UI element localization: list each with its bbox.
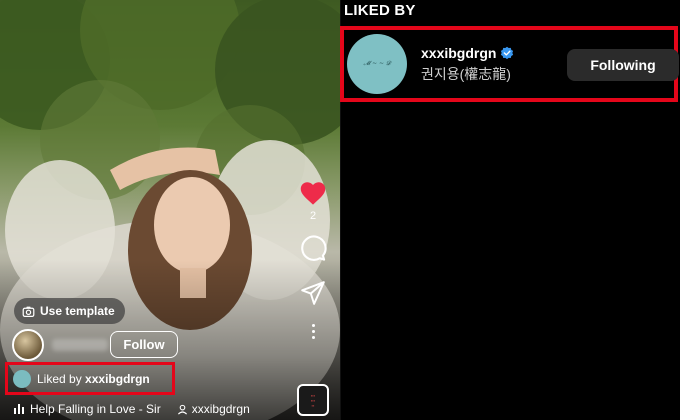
liked-user-row[interactable]: 𝓜 ~ ~ 𝓓 xxxibgdrgn 권지용(權志龍) Following: [340, 26, 679, 102]
liked-by-text: Liked by xxxibgdrgn: [37, 372, 150, 386]
camera-template-icon: [22, 306, 35, 317]
audio-thumb-art: ▪▪▪ ▪▪▪ ▪▪: [310, 392, 316, 408]
avatar-logo-art: 𝓜 ~ ~ 𝓓: [363, 60, 391, 67]
more-vertical-icon[interactable]: [311, 324, 315, 339]
audio-thumbnail[interactable]: ▪▪▪ ▪▪▪ ▪▪: [297, 384, 329, 416]
send-icon[interactable]: [300, 280, 326, 306]
poster-avatar[interactable]: [12, 329, 44, 361]
use-template-label: Use template: [40, 304, 115, 318]
user-avatar[interactable]: 𝓜 ~ ~ 𝓓: [347, 34, 407, 94]
user-handle: xxxibgdrgn: [421, 44, 497, 61]
user-full-name: 권지용(權志龍): [421, 65, 511, 82]
following-button[interactable]: Following: [567, 49, 679, 81]
user-handle-row[interactable]: xxxibgdrgn: [421, 45, 514, 61]
poster-info: [12, 329, 108, 361]
use-template-button[interactable]: Use template: [14, 298, 125, 324]
liked-by-avatar: [13, 369, 31, 388]
follow-button[interactable]: Follow: [110, 331, 178, 358]
verified-badge-icon: [501, 46, 514, 59]
heart-icon[interactable]: [299, 180, 327, 206]
liked-by-title: LIKED BY: [344, 2, 416, 19]
poster-name-blurred: [52, 339, 108, 351]
liked-by-summary[interactable]: Liked by xxxibgdrgn: [5, 362, 175, 395]
liked-by-prefix: Liked by: [37, 371, 82, 386]
music-title: Help Falling in Love - Sir: [30, 402, 161, 416]
liked-by-username: xxxibgdrgn: [85, 371, 150, 386]
music-user[interactable]: xxxibgdrgn: [177, 402, 250, 416]
user-icon: [177, 404, 187, 414]
music-info[interactable]: Help Falling in Love - Sir xxxibgdrgn: [14, 402, 250, 416]
like-count: 2: [309, 210, 317, 222]
music-user-label: xxxibgdrgn: [191, 402, 250, 416]
comment-icon[interactable]: [299, 234, 327, 262]
audio-bars-icon: [14, 404, 24, 414]
side-actions: 2: [297, 180, 329, 339]
user-info: xxxibgdrgn 권지용(權志龍): [421, 45, 514, 84]
reel-panel: Use template Follow Liked by xxxibgdrgn …: [0, 0, 340, 420]
liked-by-panel: LIKED BY 𝓜 ~ ~ 𝓓 xxxibgdrgn 권지용(權志龍) Fol…: [340, 0, 680, 420]
